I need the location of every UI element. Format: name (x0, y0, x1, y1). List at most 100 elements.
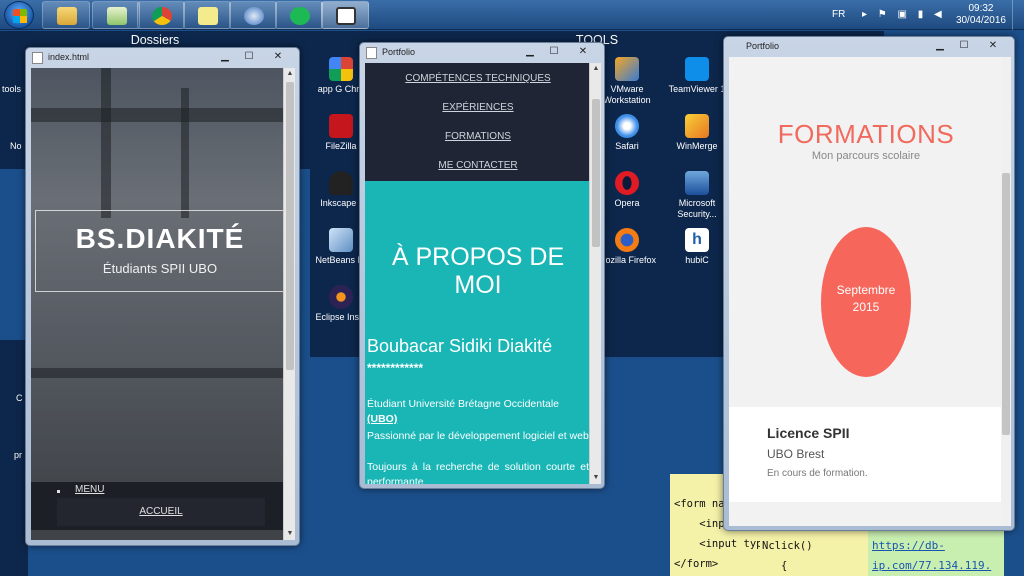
opera-icon (615, 171, 639, 195)
hero-title-box: BS.DIAKITÉ Étudiants SPII UBO (35, 210, 285, 292)
nav-competences[interactable]: COMPÉTENCES TECHNIQUES (365, 73, 591, 84)
vmware-icon (615, 57, 639, 81)
accueil-link[interactable]: ACCUEIL (57, 498, 265, 526)
window-controls: ▁ ☐ ✕ (213, 50, 295, 66)
vertical-scrollbar[interactable] (1001, 57, 1011, 526)
scroll-thumb[interactable] (1002, 173, 1010, 435)
taskbar-thunderbird[interactable] (229, 1, 277, 29)
scroll-thumb[interactable] (286, 82, 294, 370)
taskbar-explorer[interactable] (42, 1, 90, 29)
hero-section: BS.DIAKITÉ Étudiants SPII UBO (31, 68, 285, 508)
menu-bar: MENU ACCUEIL (31, 482, 285, 530)
window-portfolio-about[interactable]: Portfolio ▁ ☐ ✕ COMPÉTENCES TECHNIQUES EXP… (359, 42, 605, 489)
desktop-label-no[interactable]: No (10, 141, 22, 151)
eclipse-icon (329, 285, 353, 309)
formations-section: FORMATIONS Mon parcours scolaire Septemb… (729, 57, 1003, 509)
taskbar-notes[interactable] (92, 1, 140, 29)
maximize-button[interactable]: ☐ (542, 45, 566, 59)
taskbar: FR ▸ ⚑ ▣ ▮ ◀ 09:32 30/04/2016 (0, 0, 1024, 30)
security-icon (685, 171, 709, 195)
desktop-label-tools[interactable]: tools (2, 84, 21, 94)
clock-date: 30/04/2016 (955, 15, 1006, 26)
winmerge-icon (685, 114, 709, 138)
chrome-icon (152, 7, 172, 25)
taskbar-spotify[interactable] (275, 1, 323, 29)
desktop-icon (336, 7, 356, 25)
window-title: Portfolio (382, 47, 416, 57)
minimize-button[interactable]: ▁ (928, 39, 952, 53)
windows-logo-icon (13, 9, 27, 23)
safari-icon (615, 114, 639, 138)
desktop-icon-security[interactable]: Microsoft Security... (662, 171, 732, 220)
about-section: À PROPOS DE MOI Boubacar Sidiki Diakité … (365, 181, 591, 484)
clock[interactable]: 09:32 30/04/2016 (956, 3, 1006, 27)
vertical-scrollbar[interactable]: ▲ ▼ (283, 68, 295, 540)
about-stars: ************ (367, 361, 424, 375)
folder-icon (57, 7, 77, 25)
formation-title: Licence SPII (767, 425, 850, 441)
formation-card: Licence SPII UBO Brest En cours de forma… (729, 407, 1003, 502)
scroll-up-icon[interactable]: ▲ (590, 63, 601, 75)
page-icon (32, 52, 43, 64)
sticky-notes-icon (198, 7, 218, 25)
formation-status: En cours de formation. (767, 468, 868, 479)
menu-link[interactable]: MENU (75, 484, 104, 495)
language-indicator[interactable]: FR (832, 9, 845, 20)
firefox-icon (615, 228, 639, 252)
minimize-button[interactable]: ▁ (518, 45, 542, 59)
teamviewer-icon (685, 57, 709, 81)
apps-icon (329, 57, 353, 81)
scroll-down-icon[interactable]: ▼ (590, 472, 601, 484)
maximize-button[interactable]: ☐ (237, 50, 261, 64)
nav-experiences[interactable]: EXPÉRIENCES (365, 102, 591, 113)
window-client: BS.DIAKITÉ Étudiants SPII UBO MENU ACCUE… (31, 68, 295, 540)
timeline-date-badge: Septembre 2015 (821, 227, 911, 377)
close-button[interactable]: ✕ (566, 45, 600, 59)
system-tray: FR ▸ ⚑ ▣ ▮ ◀ 09:32 30/04/2016 (824, 0, 1024, 30)
scroll-thumb[interactable] (592, 99, 600, 247)
maximize-button[interactable]: ☐ (952, 39, 976, 53)
minimize-button[interactable]: ▁ (213, 50, 237, 64)
notes-icon (107, 7, 127, 25)
window-client: FORMATIONS Mon parcours scolaire Septemb… (729, 57, 1011, 526)
hero-subtitle: Étudiants SPII UBO (102, 261, 218, 276)
about-text-passion: Passionné par le développement logiciel … (367, 430, 589, 442)
desktop-label-c[interactable]: C (16, 393, 23, 403)
about-name: Boubacar Sidiki Diakité (367, 336, 553, 356)
desktop-icon-winmerge[interactable]: WinMerge (662, 114, 732, 152)
show-desktop-button[interactable] (1012, 0, 1024, 30)
timeline-month: Septembre (836, 283, 896, 297)
taskbar-sticky-notes[interactable] (183, 1, 231, 29)
bullet-icon (57, 490, 60, 493)
window-controls: ▁ ☐ ✕ (518, 45, 600, 61)
taskbar-chrome[interactable] (137, 1, 185, 29)
window-client: COMPÉTENCES TECHNIQUES EXPÉRIENCES FORMA… (365, 63, 601, 484)
formations-heading: FORMATIONS (777, 119, 955, 149)
formations-subtitle: Mon parcours scolaire (811, 150, 921, 162)
thunderbird-icon (244, 7, 264, 25)
vertical-scrollbar[interactable]: ▲ ▼ (589, 63, 601, 484)
desktop-icon-hubic[interactable]: h hubiC (662, 228, 732, 266)
about-text-university: Étudiant Université Brétagne Occidentale… (367, 398, 560, 425)
nav-contact[interactable]: ME CONTACTER (365, 160, 591, 171)
taskbar-desktop[interactable] (321, 1, 369, 29)
window-title: Portfolio (746, 41, 780, 51)
tray-icons[interactable]: ▸ ⚑ ▣ ▮ ◀ (862, 9, 946, 20)
inkscape-icon (329, 171, 353, 195)
desktop-icon-teamviewer[interactable]: TeamViewer 1 (662, 57, 732, 95)
scroll-down-icon[interactable]: ▼ (284, 528, 295, 540)
nav-menu: COMPÉTENCES TECHNIQUES EXPÉRIENCES FORMA… (365, 63, 591, 181)
window-index-html[interactable]: index.html ▁ ☐ ✕ BS.DIAKITÉ Étudiants SPII… (25, 47, 300, 546)
window-title: index.html (48, 52, 90, 62)
formation-school: UBO Brest (767, 447, 825, 461)
nav-formations[interactable]: FORMATIONS (365, 131, 591, 142)
window-portfolio-formations[interactable]: Portfolio ▁ ☐ ✕ FORMATIONS Mon parcours sc… (723, 36, 1015, 531)
scroll-up-icon[interactable]: ▲ (284, 68, 295, 80)
start-button[interactable] (4, 1, 34, 29)
close-button[interactable]: ✕ (976, 39, 1010, 53)
close-button[interactable]: ✕ (261, 50, 295, 64)
hubic-icon: h (685, 228, 709, 252)
filezilla-icon (329, 114, 353, 138)
about-heading: À PROPOS DE MOI (391, 243, 565, 299)
desktop-label-pr[interactable]: pr (14, 450, 22, 460)
